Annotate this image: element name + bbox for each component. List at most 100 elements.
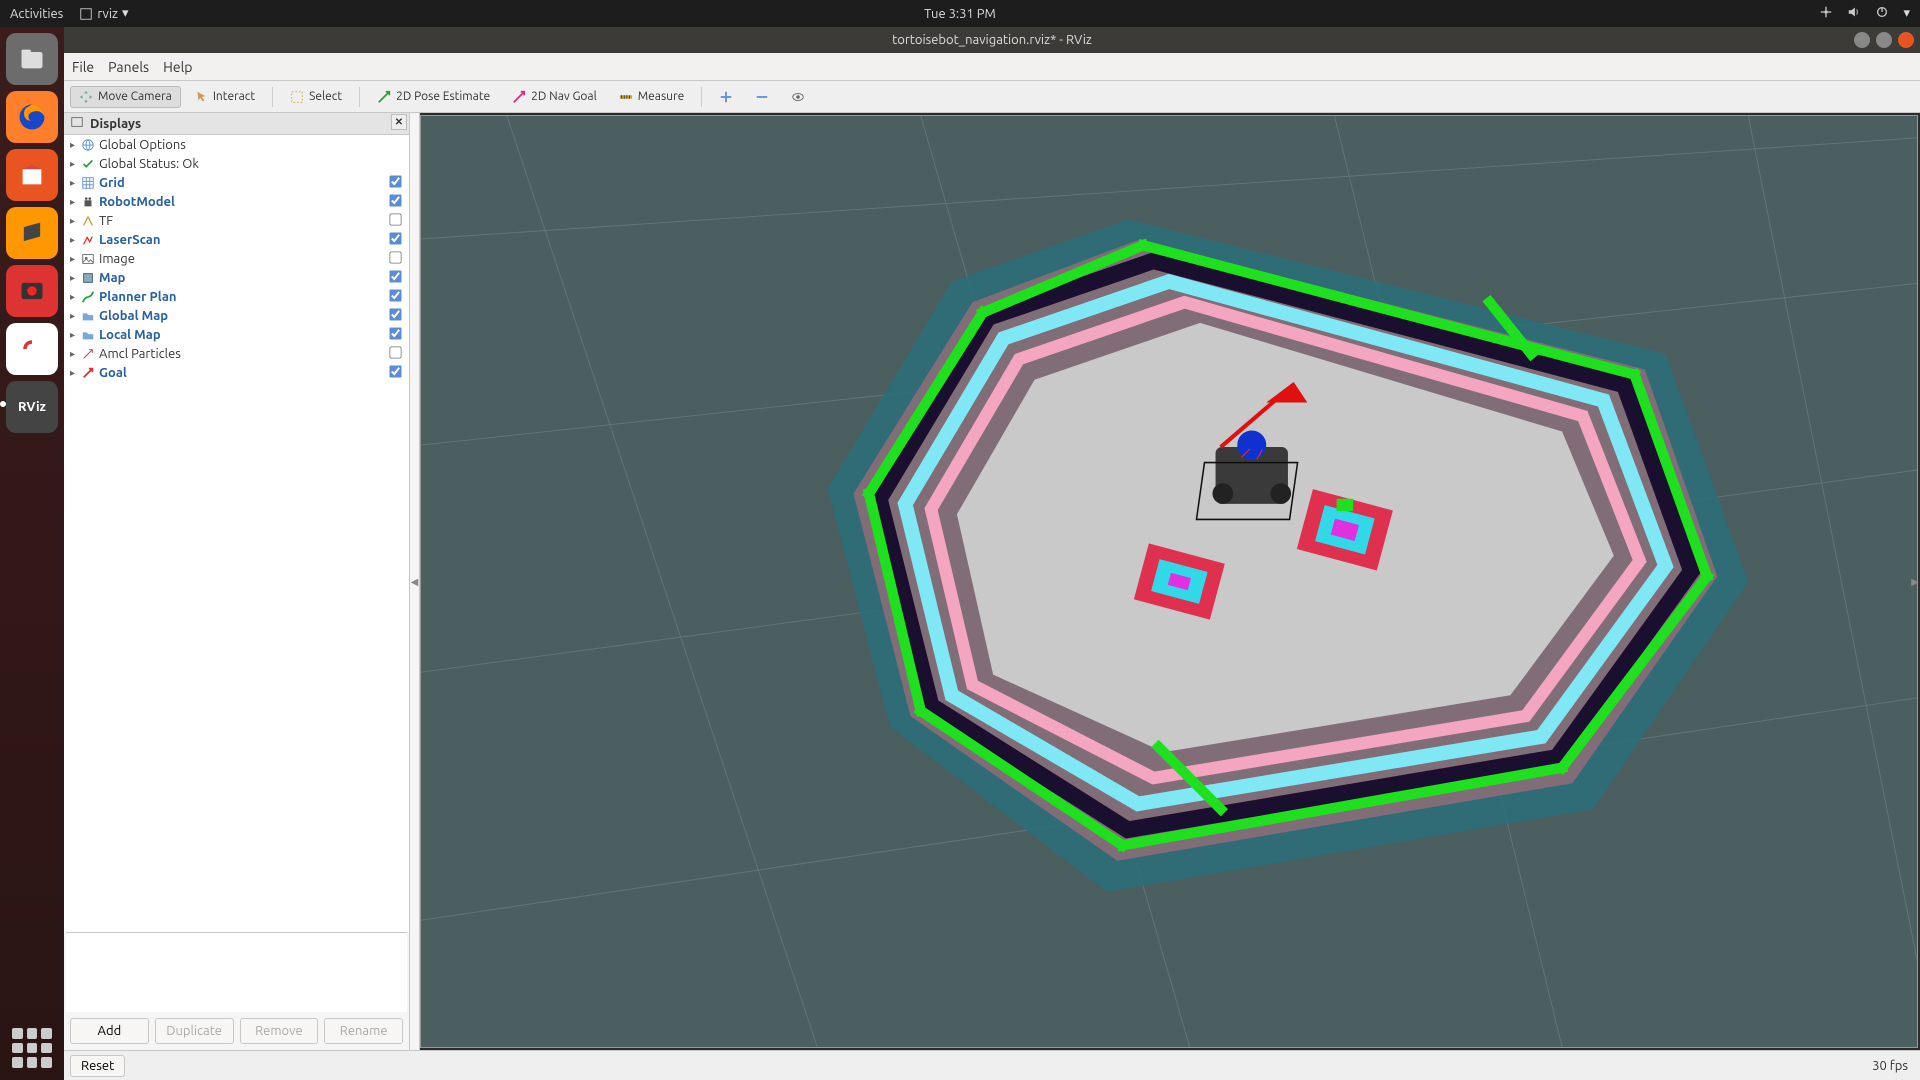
launcher-sublime[interactable] [6,207,58,259]
expand-arrow-icon[interactable]: ▸ [70,253,80,265]
launcher-document[interactable] [6,323,58,375]
menu-help[interactable]: Help [163,59,192,75]
close-button[interactable] [1898,32,1914,48]
remove-button[interactable]: Remove [240,1018,319,1044]
display-label: Local Map [99,328,381,342]
window-title: tortoisebot_navigation.rviz* - RViz [892,33,1092,47]
expand-arrow-icon[interactable]: ▸ [70,139,80,151]
chevron-down-icon: ▾ [122,6,129,21]
reset-button[interactable]: Reset [70,1055,125,1077]
clock[interactable]: Tue 3:31 PM [924,7,996,21]
display-checkbox[interactable] [389,232,401,244]
launcher-software[interactable] [6,149,58,201]
display-item-local-map[interactable]: ▸ Local Map [64,325,409,344]
display-checkbox[interactable] [389,308,401,320]
display-checkbox[interactable] [389,270,401,282]
display-label: Planner Plan [99,290,381,304]
interact-icon [194,90,208,104]
launcher-rviz[interactable]: RViz [6,381,58,433]
duplicate-button[interactable]: Duplicate [155,1018,234,1044]
tool-nav-goal[interactable]: 2D Nav Goal [503,86,606,108]
tool-interact[interactable]: Interact [185,86,264,108]
display-item-image[interactable]: ▸ Image [64,249,409,268]
check-icon [80,157,96,171]
display-checkbox[interactable] [389,175,401,187]
tool-measure[interactable]: Measure [610,86,693,108]
display-checkbox[interactable] [389,289,401,301]
add-button[interactable]: Add [70,1018,149,1044]
displays-tree[interactable]: ▸Global Options▸Global Status: Ok▸Grid▸R… [64,135,409,932]
toolbar: Move Camera Interact Select 2D Pose Esti… [64,81,1920,113]
laser-icon [80,233,96,247]
display-item-tf[interactable]: ▸TF [64,211,409,230]
expand-arrow-icon[interactable]: ▸ [70,348,80,360]
tool-move-camera[interactable]: Move Camera [70,86,181,108]
move-camera-icon [79,90,93,104]
chevron-down-icon[interactable]: ▾ [1903,6,1910,21]
tool-remove-focus[interactable] [746,86,778,108]
plus-icon [719,90,733,104]
display-label: Image [99,252,381,266]
display-label: Grid [99,176,381,190]
volume-icon[interactable] [1847,5,1861,22]
display-checkbox[interactable] [389,213,401,225]
folder-icon [80,328,96,342]
display-item-map[interactable]: ▸Map [64,268,409,287]
launcher-screenrecorder[interactable] [6,265,58,317]
3d-viewport[interactable] [420,115,1918,1048]
toolbar-separator [701,87,702,107]
tool-select[interactable]: Select [281,86,351,108]
maximize-button[interactable] [1876,32,1892,48]
statusbar: Reset 30 fps [64,1050,1920,1080]
right-splitter[interactable]: ▶ [1909,113,1920,1050]
expand-arrow-icon[interactable]: ▸ [70,158,80,170]
tool-focus-camera[interactable] [782,86,814,108]
display-checkbox[interactable] [389,194,401,206]
display-checkbox[interactable] [389,327,401,339]
power-icon[interactable] [1875,5,1889,22]
display-item-global-status-ok[interactable]: ▸ Global Status: Ok [64,154,409,173]
display-item-grid[interactable]: ▸ Grid [64,173,409,192]
window-titlebar[interactable]: tortoisebot_navigation.rviz* - RViz [64,27,1920,53]
expand-arrow-icon[interactable]: ▸ [70,291,80,303]
rename-button[interactable]: Rename [324,1018,403,1044]
expand-arrow-icon[interactable]: ▸ [70,177,80,189]
display-label: RobotModel [99,195,381,209]
display-item-global-map[interactable]: ▸Global Map [64,306,409,325]
display-item-goal[interactable]: ▸Goal [64,363,409,382]
app-indicator[interactable]: rviz ▾ [79,6,128,21]
expand-arrow-icon[interactable]: ▸ [70,310,80,322]
display-checkbox[interactable] [389,365,401,377]
expand-arrow-icon[interactable]: ▸ [70,272,80,284]
activities-button[interactable]: Activities [10,7,63,21]
network-icon[interactable] [1819,5,1833,22]
measure-icon [619,90,633,104]
launcher-files[interactable] [6,33,58,85]
display-item-robotmodel[interactable]: ▸ RobotModel [64,192,409,211]
expand-arrow-icon[interactable]: ▸ [70,196,80,208]
main-content: Displays ✕ ▸Global Options▸Global Status… [64,113,1920,1050]
display-item-planner-plan[interactable]: ▸ Planner Plan [64,287,409,306]
display-checkbox[interactable] [389,346,401,358]
display-checkbox[interactable] [389,251,401,263]
tool-pose-estimate[interactable]: 2D Pose Estimate [368,86,499,108]
expand-arrow-icon[interactable]: ▸ [70,215,80,227]
expand-arrow-icon[interactable]: ▸ [70,329,80,341]
launcher-apps-grid[interactable] [12,1028,52,1068]
display-item-amcl-particles[interactable]: ▸Amcl Particles [64,344,409,363]
display-item-global-options[interactable]: ▸Global Options [64,135,409,154]
minimize-button[interactable] [1854,32,1870,48]
display-item-laserscan[interactable]: ▸LaserScan [64,230,409,249]
panel-close-button[interactable]: ✕ [391,114,407,130]
expand-arrow-icon[interactable]: ▸ [70,234,80,246]
menu-file[interactable]: File [72,59,94,75]
panel-splitter[interactable]: ◀ [410,113,420,1050]
tool-add-focus[interactable] [710,86,742,108]
menu-panels[interactable]: Panels [108,59,149,75]
description-box [66,932,407,1012]
displays-panel-header[interactable]: Displays ✕ [64,113,409,135]
expand-arrow-icon[interactable]: ▸ [70,367,80,379]
display-label: Global Status: Ok [99,157,381,171]
tf-icon [80,214,96,228]
launcher-firefox[interactable] [6,91,58,143]
